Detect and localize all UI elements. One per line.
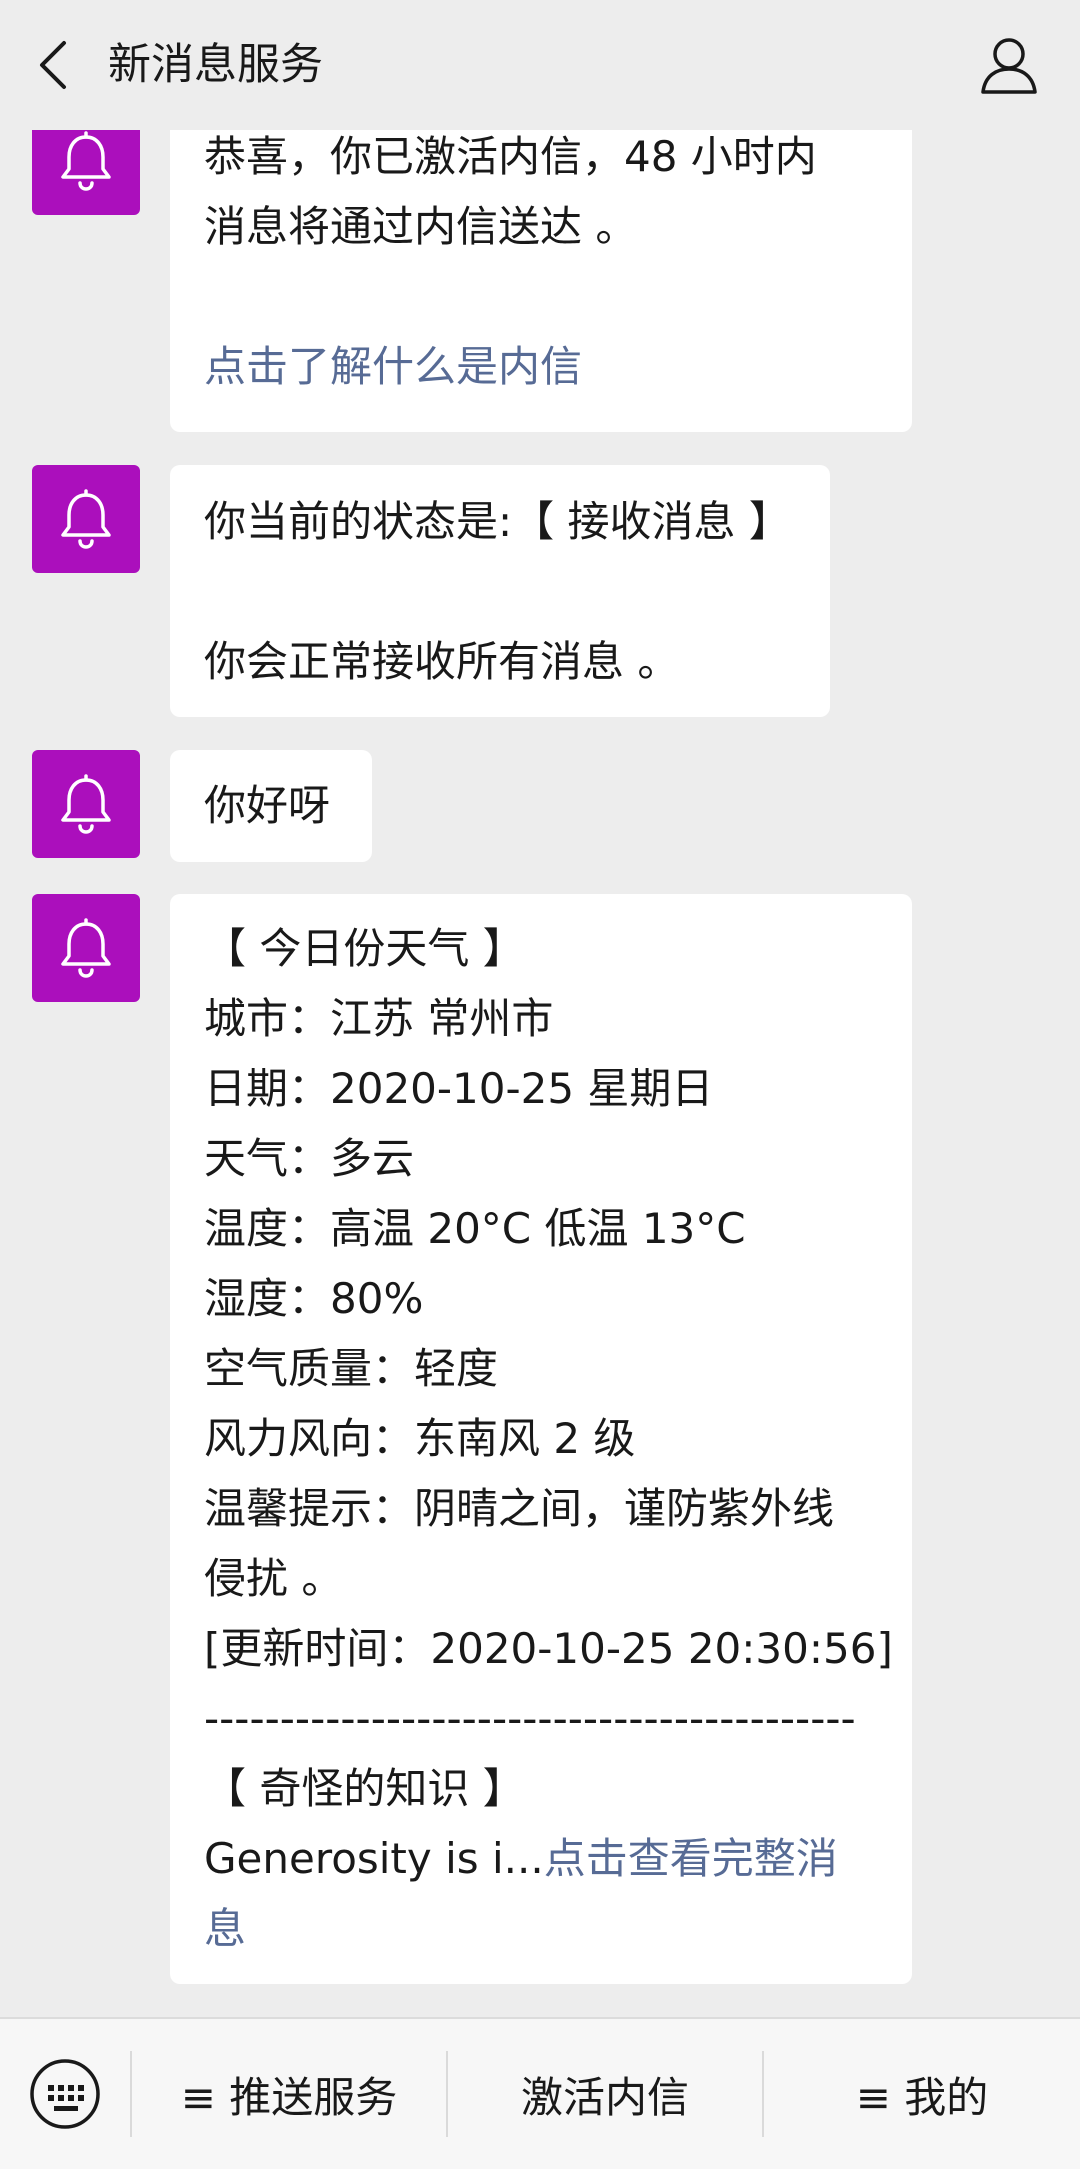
bell-avatar[interactable] xyxy=(32,750,140,858)
weather-temperature: 温度：高温 20°C 低温 13°C xyxy=(204,1204,746,1253)
weather-humidity: 湿度：80% xyxy=(204,1274,424,1323)
bell-avatar[interactable] xyxy=(32,130,140,215)
message-bubble-greeting: 你好呀 xyxy=(170,750,372,862)
message-bubble-status: 你当前的状态是:【 接收消息 】 你会正常接收所有消息 。 xyxy=(170,465,830,717)
menu-mine[interactable]: ≡ 我的 xyxy=(764,2019,1080,2169)
weather-city: 城市：江苏 常州市 xyxy=(204,994,554,1043)
message-bubble-weather: 【 今日份天气 】 城市：江苏 常州市 日期：2020-10-25 星期日 天气… xyxy=(170,894,912,1984)
separator: ----------------------------------------… xyxy=(204,1694,856,1743)
weather-title: 【 今日份天气 】 xyxy=(204,924,525,973)
bell-avatar[interactable] xyxy=(32,465,140,573)
weather-wind: 风力风向：东南风 2 级 xyxy=(204,1414,636,1463)
learn-more-link[interactable]: 点击了解什么是内信 xyxy=(204,332,878,402)
bell-avatar[interactable] xyxy=(32,894,140,1002)
weather-air-quality: 空气质量：轻度 xyxy=(204,1344,499,1393)
message-text: 你当前的状态是:【 接收消息 】 xyxy=(204,497,791,546)
keyboard-icon[interactable] xyxy=(28,2057,102,2131)
message-text: 消息将通过内信送达 。 xyxy=(204,202,638,251)
menu-activate-inbox[interactable]: 激活内信 xyxy=(448,2019,762,2169)
weather-condition: 天气：多云 xyxy=(204,1134,415,1183)
view-full-link-cont[interactable]: 息 xyxy=(204,1894,878,1964)
chevron-left-icon[interactable] xyxy=(28,37,84,93)
view-full-link[interactable]: 点击查看完整消 xyxy=(544,1834,838,1883)
top-bar: 新消息服务 xyxy=(0,0,1080,130)
user-icon[interactable] xyxy=(978,34,1040,96)
bottom-menu-bar: ≡ 推送服务 激活内信 ≡ 我的 xyxy=(0,2017,1080,2169)
knowledge-title: 【 奇怪的知识 】 xyxy=(204,1764,525,1813)
page-title: 新消息服务 xyxy=(108,40,323,90)
chat-area[interactable]: 恭喜，你已激活内信，48 小时内 消息将通过内信送达 。 点击了解什么是内信 你… xyxy=(0,130,1080,2017)
weather-tip: 温馨提示：阴晴之间，谨防紫外线 xyxy=(204,1484,835,1533)
knowledge-preview-line: Generosity is i...点击查看完整消 xyxy=(204,1824,878,1894)
weather-tip-cont: 侵扰 。 xyxy=(204,1554,344,1603)
menu-push-service[interactable]: ≡ 推送服务 xyxy=(132,2019,446,2169)
update-time: [更新时间：2020-10-25 20:30:56] xyxy=(204,1624,893,1673)
weather-date: 日期：2020-10-25 星期日 xyxy=(204,1064,714,1113)
message-text: 恭喜，你已激活内信，48 小时内 xyxy=(204,132,817,181)
message-text: 你好呀 xyxy=(204,781,331,830)
message-text: 你会正常接收所有消息 。 xyxy=(204,637,680,686)
message-bubble-activation: 恭喜，你已激活内信，48 小时内 消息将通过内信送达 。 点击了解什么是内信 xyxy=(170,130,912,432)
knowledge-preview: Generosity is i... xyxy=(204,1834,544,1883)
